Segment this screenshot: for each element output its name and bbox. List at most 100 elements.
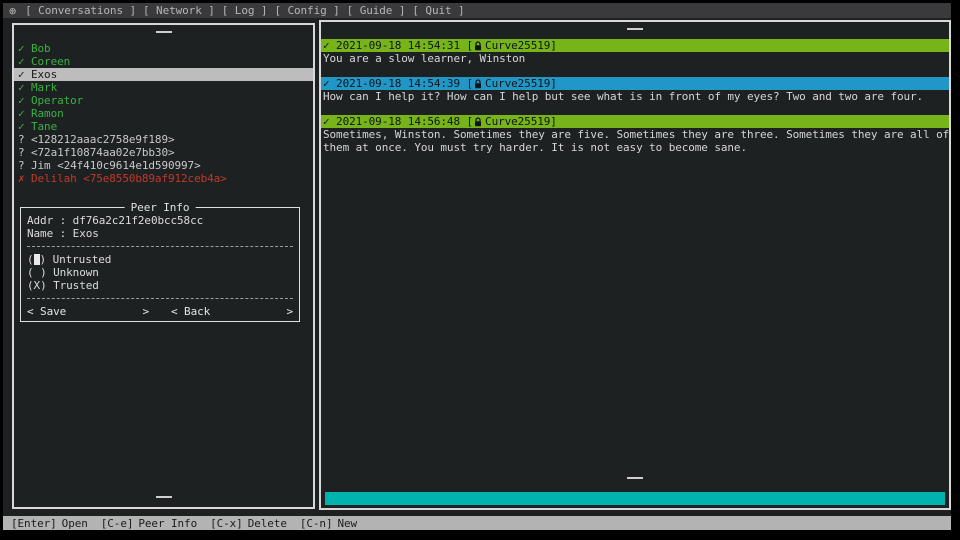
contact-row-jim[interactable]: ?Jim <24f410c9614e1d590997> [14, 159, 313, 172]
trusted-check-icon: ✓ [18, 107, 31, 120]
message-header: ✓ 2021-09-18 14:56:48 [Curve25519] [321, 115, 949, 128]
action-label: Peer Info [138, 517, 197, 530]
dialog-separator [27, 240, 293, 247]
message-timestamp: 2021-09-18 14:54:31 [336, 39, 460, 52]
unknown-question-icon: ? [18, 146, 31, 159]
contact-name: Operator [31, 94, 83, 107]
radio-trusted-label: Trusted [53, 279, 99, 292]
peer-addr-value: df76a2c21f2e0bcc58cc [73, 214, 203, 227]
message: ✓ 2021-09-18 14:54:39 [Curve25519] How c… [321, 77, 949, 103]
contact-row-bob[interactable]: ✓Bob [14, 42, 313, 55]
message-timestamp: 2021-09-18 14:56:48 [336, 115, 460, 128]
contact-name: Exos [31, 68, 57, 81]
menu-item-config[interactable]: [ Config ] [274, 4, 339, 17]
message: ✓ 2021-09-18 14:54:31 [Curve25519] You a… [321, 39, 949, 65]
hint-peer-info: [C-e] Peer Info [101, 517, 197, 530]
contact-name: Jim <24f410c9614e1d590997> [31, 159, 201, 172]
peer-addr-label: Addr : [27, 214, 66, 227]
contact-row-mark[interactable]: ✓Mark [14, 81, 313, 94]
peer-info-title: Peer Info [125, 201, 196, 214]
scroll-up-indicator [627, 28, 643, 30]
message-list: ✓ 2021-09-18 14:54:31 [Curve25519] You a… [321, 39, 949, 154]
message-header: ✓ 2021-09-18 14:54:39 [Curve25519] [321, 77, 949, 90]
peer-list-panel: ✓Bob ✓Coreen ✓Exos ✓Mark ✓Operator ✓Ramo… [12, 23, 315, 509]
trusted-check-icon: ✓ [18, 55, 31, 68]
message-timestamp: 2021-09-18 14:54:39 [336, 77, 460, 90]
message: ✓ 2021-09-18 14:56:48 [Curve25519] Somet… [321, 115, 949, 154]
contact-name: Delilah <75e8550b89af912ceb4a> [31, 172, 227, 185]
save-button[interactable]: < Save> [27, 305, 149, 318]
radio-untrusted-label: Untrusted [53, 253, 112, 266]
app-window: ⊛ [ Conversations ] [ Network ] [ Log ] … [0, 0, 960, 540]
key-label: [C-e] [101, 517, 134, 530]
button-right-bracket: > [286, 305, 293, 318]
trusted-check-icon: ✓ [18, 94, 31, 107]
trusted-check-icon: ✓ [18, 81, 31, 94]
contact-list: ✓Bob ✓Coreen ✓Exos ✓Mark ✓Operator ✓Ramo… [14, 42, 313, 185]
contact-row-exos-selected[interactable]: ✓Exos [14, 68, 313, 81]
scroll-up-indicator [156, 31, 172, 33]
button-right-bracket: > [142, 305, 149, 318]
statusbar: [Enter] Open [C-e] Peer Info [C-x] Delete [… [3, 516, 951, 530]
message-text: Sometimes, Winston. Sometimes they are f… [321, 128, 949, 154]
lock-icon [474, 117, 482, 127]
scroll-down-indicator [156, 496, 172, 498]
contact-row-unknown-2[interactable]: ?<72a1f10874aa02e7bb30> [14, 146, 313, 159]
action-label: Delete [248, 517, 287, 530]
delivered-check-icon: ✓ [323, 77, 336, 90]
contact-name: Mark [31, 81, 57, 94]
menubar: ⊛ [ Conversations ] [ Network ] [ Log ] … [3, 3, 951, 18]
scroll-down-indicator [627, 477, 643, 479]
lock-icon [474, 79, 482, 89]
contact-row-ramon[interactable]: ✓Ramon [14, 107, 313, 120]
peer-addr-row: Addr : df76a2c21f2e0bcc58cc [27, 214, 293, 227]
peer-name-label: Name : [27, 227, 66, 240]
contact-name: Tane [31, 120, 57, 133]
trusted-check-icon: ✓ [18, 68, 31, 81]
contact-row-unknown-1[interactable]: ?<128212aaac2758e9f189> [14, 133, 313, 146]
hint-delete: [C-x] Delete [210, 517, 287, 530]
delivered-check-icon: ✓ [323, 39, 336, 52]
hint-new: [C-n] New [300, 517, 357, 530]
key-label: [C-n] [300, 517, 333, 530]
radio-unknown[interactable]: ( ) Unknown [27, 266, 293, 279]
menu-item-quit[interactable]: [ Quit ] [412, 4, 464, 17]
unknown-question-icon: ? [18, 133, 31, 146]
cipher-name: Curve25519 [485, 115, 550, 128]
radio-unknown-label: Unknown [53, 266, 99, 279]
conversation-panel: ✓ 2021-09-18 14:54:31 [Curve25519] You a… [319, 20, 951, 510]
menu-item-log[interactable]: [ Log ] [222, 4, 268, 17]
contact-row-operator[interactable]: ✓Operator [14, 94, 313, 107]
dialog-buttons: < Save> < Back> [27, 305, 293, 318]
message-text: You are a slow learner, Winston [321, 52, 949, 65]
lock-icon [474, 41, 482, 51]
menu-item-network[interactable]: [ Network ] [143, 4, 215, 17]
delivered-check-icon: ✓ [323, 115, 336, 128]
message-header: ✓ 2021-09-18 14:54:31 [Curve25519] [321, 39, 949, 52]
contact-row-tane[interactable]: ✓Tane [14, 120, 313, 133]
contact-name: Ramon [31, 107, 64, 120]
back-button[interactable]: < Back> [171, 305, 293, 318]
hint-open: [Enter] Open [11, 517, 88, 530]
radio-untrusted[interactable]: ( ) Untrusted [27, 253, 293, 266]
contact-name: <72a1f10874aa02e7bb30> [31, 146, 175, 159]
cipher-name: Curve25519 [485, 77, 550, 90]
action-label: Open [62, 517, 88, 530]
peer-name-value: Exos [73, 227, 99, 240]
message-input[interactable] [325, 492, 945, 505]
menu-item-guide[interactable]: [ Guide ] [347, 4, 406, 17]
radio-trusted[interactable]: (X) Trusted [27, 279, 293, 292]
menu-item-conversations[interactable]: [ Conversations ] [25, 4, 136, 17]
contact-name: Bob [31, 42, 51, 55]
blocked-x-icon: ✗ [18, 172, 31, 185]
contact-row-coreen[interactable]: ✓Coreen [14, 55, 313, 68]
trusted-check-icon: ✓ [18, 42, 31, 55]
contact-row-delilah[interactable]: ✗Delilah <75e8550b89af912ceb4a> [14, 172, 313, 185]
key-label: [C-x] [210, 517, 243, 530]
unknown-question-icon: ? [18, 159, 31, 172]
action-label: New [337, 517, 357, 530]
trusted-check-icon: ✓ [18, 120, 31, 133]
contact-name: <128212aaac2758e9f189> [31, 133, 175, 146]
peer-info-dialog: Peer Info Addr : df76a2c21f2e0bcc58cc Na… [20, 207, 300, 322]
key-label: [Enter] [11, 517, 57, 530]
